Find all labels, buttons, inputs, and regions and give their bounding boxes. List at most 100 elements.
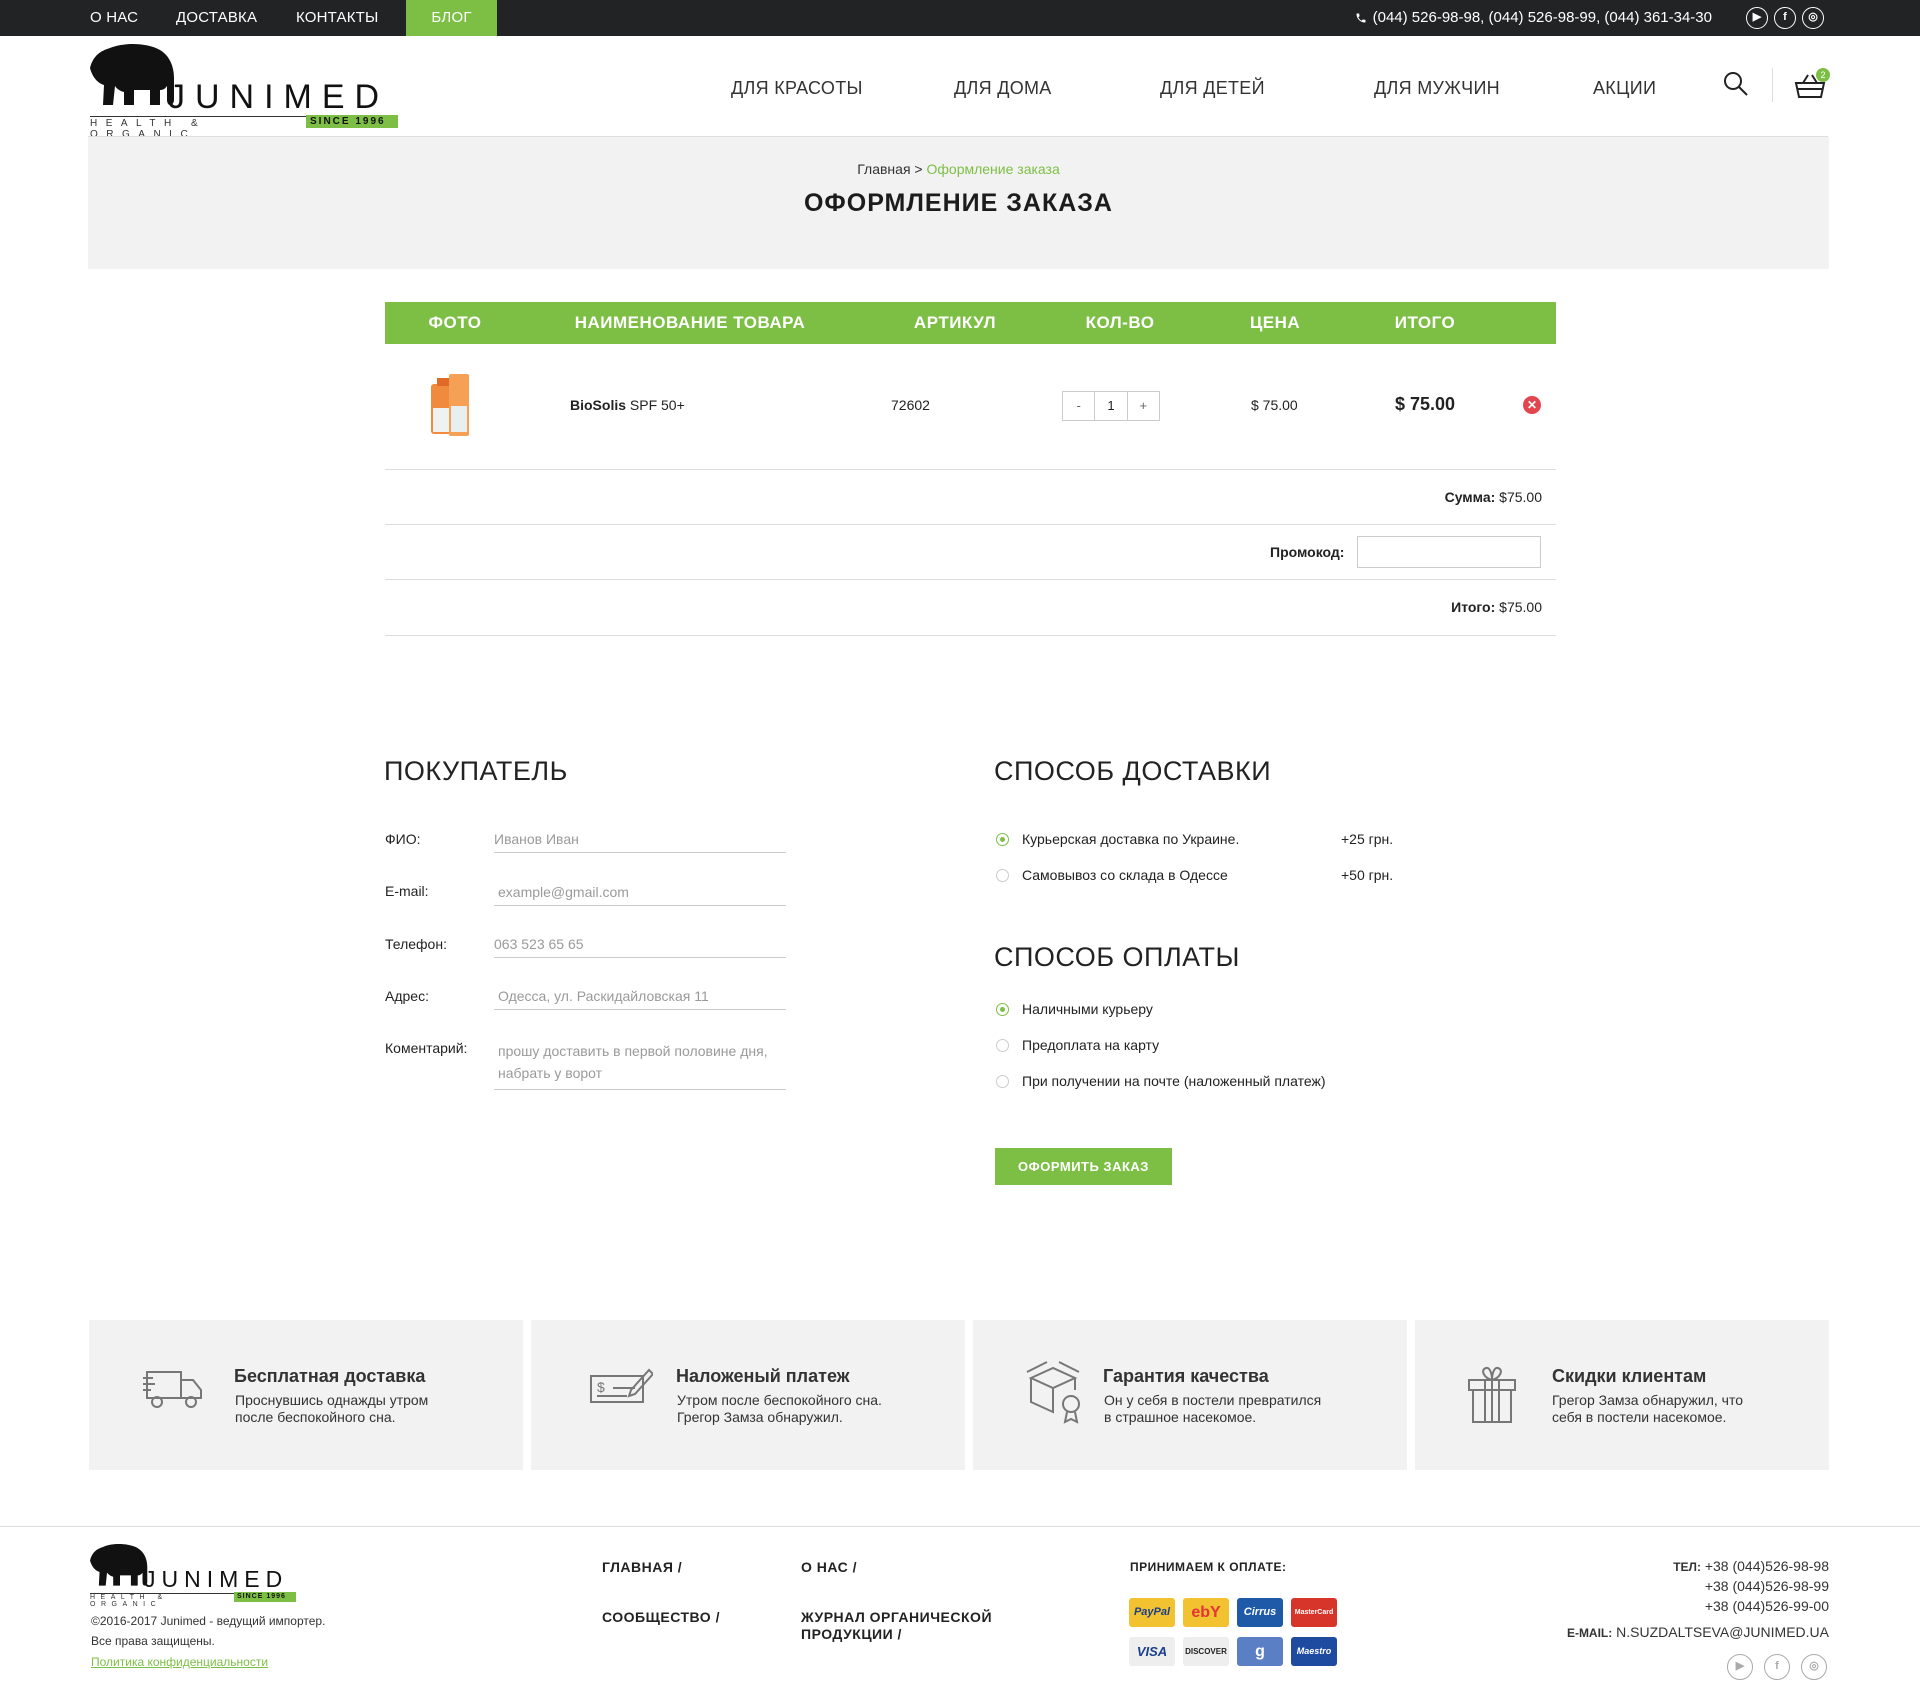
payment-title: СПОСОБ ОПЛАТЫ (994, 942, 1240, 972)
qty-input[interactable]: 1 (1094, 392, 1128, 420)
nav-home[interactable]: ДЛЯ ДОМА (954, 78, 1052, 99)
youtube-icon[interactable]: ▶ (1727, 1654, 1753, 1680)
payment-option-label[interactable]: Наличными курьеру (1022, 1001, 1153, 1017)
facebook-icon[interactable]: f (1764, 1654, 1790, 1680)
comment-field[interactable]: прошу доставить в первой половине дня, н… (494, 1040, 786, 1090)
feature-text: Утром после беспокойного сна. Грегор Замз… (677, 1392, 882, 1425)
total-value: $75.00 (1499, 599, 1542, 615)
search-icon[interactable] (1723, 71, 1749, 102)
logo-word: JUNIMED (168, 78, 390, 116)
discover-icon: DISCOVER (1183, 1637, 1229, 1666)
checkout-page: О НАС ДОСТАВКА КОНТАКТЫ БЛОГ (044) 526-9… (0, 0, 1920, 1706)
visa-icon: VISA (1129, 1637, 1175, 1666)
nav-kids[interactable]: ДЛЯ ДЕТЕЙ (1160, 78, 1265, 99)
cart-button[interactable]: 2 (1794, 68, 1830, 102)
fio-label: ФИО: (385, 831, 421, 847)
total-row: Итого: $75.00 (1451, 599, 1542, 615)
google-checkout-icon: g (1237, 1637, 1283, 1666)
footer-top-line (0, 1526, 1920, 1527)
breadcrumb-sep: > (914, 161, 923, 177)
footer-logo[interactable]: JUNIMED HEALTH & ORGANIC SINCE 1996 (90, 1544, 300, 1608)
address-field[interactable]: Одесса, ул. Раскидайловская 11 (494, 988, 786, 1010)
phones-text: (044) 526-98-98, (044) 526-98-99, (044) … (1372, 9, 1712, 26)
th-photo: ФОТО (428, 313, 482, 332)
footer-phone-1: ТЕЛ: +38 (044)526-98-98 (1673, 1558, 1829, 1574)
feature-discounts: Скидки клиентам Грегор Замза обнаружил, … (1415, 1320, 1829, 1470)
payment-radio-prepay[interactable] (996, 1039, 1009, 1052)
payment-radio-cod[interactable] (996, 1075, 1009, 1088)
product-photo[interactable] (425, 370, 475, 440)
delivery-radio-courier[interactable] (996, 833, 1009, 846)
th-price: ЦЕНА (1249, 313, 1301, 332)
email-label-footer: E-MAIL: (1566, 1626, 1613, 1640)
promo-code-input[interactable] (1357, 536, 1541, 568)
topnav-contacts[interactable]: КОНТАКТЫ (296, 0, 379, 36)
fio-field[interactable]: Иванов Иван (494, 831, 786, 853)
feature-text: Грегор Замза обнаружил, что себя в постел… (1552, 1392, 1744, 1425)
footer-email-link[interactable]: N.SUZDALTSEVA@JUNIMED.UA (1616, 1624, 1829, 1640)
mastercard-icon: MasterCard (1291, 1598, 1337, 1627)
delivery-option-label[interactable]: Курьерская доставка по Украине. (1022, 831, 1239, 847)
feature-text: Он у себя в постели превратился в страшно… (1104, 1392, 1322, 1425)
product-price: $ 75.00 (1251, 397, 1298, 413)
payment-option-label[interactable]: При получении на почте (наложенный плате… (1022, 1073, 1325, 1089)
footer-link-community[interactable]: СООБЩЕСТВО / (602, 1609, 720, 1626)
subtotal-value: $75.00 (1499, 489, 1542, 505)
topnav-about[interactable]: О НАС (90, 0, 138, 36)
logo[interactable]: JUNIMED HEALTH & ORGANIC SINCE 1996 (90, 44, 400, 140)
footer-link-home[interactable]: ГЛАВНАЯ / (602, 1559, 682, 1576)
promo-label: Промокод: (1270, 544, 1345, 560)
ebay-icon: ebY (1183, 1598, 1229, 1627)
footer-email: E-MAIL: N.SUZDALTSEVA@JUNIMED.UA (1567, 1624, 1829, 1640)
nav-beauty[interactable]: ДЛЯ КРАСОТЫ (731, 78, 863, 99)
product-line-total: $ 75.00 (1395, 394, 1456, 414)
feature-title: Наложеный платеж (676, 1366, 850, 1386)
subtotal-label: Сумма: (1444, 489, 1496, 505)
product-brand: BioSolis (570, 397, 627, 413)
nav-men[interactable]: ДЛЯ МУЖЧИН (1374, 78, 1500, 99)
qty-increase-button[interactable]: + (1128, 392, 1159, 420)
email-label: E-mail: (385, 883, 429, 899)
product-name[interactable]: BioSolis SPF 50+ (570, 397, 685, 413)
topnav-blog[interactable]: БЛОГ (406, 0, 497, 36)
footer-link-about[interactable]: О НАС / (801, 1559, 857, 1576)
divider (385, 579, 1556, 580)
tel-label: ТЕЛ: (1673, 1560, 1701, 1574)
feature-text: Проснувшись однажды утром после беспокойн… (235, 1392, 429, 1425)
feature-title: Скидки клиентам (1552, 1366, 1707, 1386)
footer-link-journal[interactable]: ЖУРНАЛ ОРГАНИЧЕСКОЙ ПРОДУКЦИИ / (801, 1609, 992, 1643)
instagram-icon[interactable]: ◎ (1801, 1654, 1827, 1680)
header-divider (1772, 68, 1773, 102)
elephant-logo-icon (90, 44, 174, 105)
breadcrumb-home[interactable]: Главная (857, 161, 910, 177)
th-sku: АРТИКУЛ (913, 313, 997, 332)
footer-rights: Все права защищены. (91, 1634, 215, 1648)
payment-option-label[interactable]: Предоплата на карту (1022, 1037, 1159, 1053)
phone-label: Телефон: (385, 936, 447, 952)
footer-phone-2: +38 (044)526-98-99 (1704, 1578, 1829, 1594)
delivery-option-price: +25 грн. (1341, 831, 1394, 847)
quality-box-icon (1026, 1361, 1080, 1424)
footer-logo-word: JUNIMED (144, 1566, 289, 1592)
delivery-title: СПОСОБ ДОСТАВКИ (994, 756, 1272, 786)
delivery-option-label[interactable]: Самовывоз со склада в Одессе (1022, 867, 1228, 883)
payment-radio-cash[interactable] (996, 1003, 1009, 1016)
phone-field[interactable]: 063 523 65 65 (494, 936, 786, 958)
email-field[interactable]: example@gmail.com (494, 884, 786, 906)
qty-decrease-button[interactable]: - (1063, 392, 1094, 420)
svg-text:$: $ (597, 1379, 605, 1395)
cirrus-icon: Cirrus (1237, 1598, 1283, 1627)
instagram-icon[interactable]: ◎ (1802, 7, 1824, 29)
submit-order-button[interactable]: ОФОРМИТЬ ЗАКАЗ (995, 1148, 1172, 1185)
topnav-delivery[interactable]: ДОСТАВКА (176, 0, 257, 36)
cart-table-header: ФОТО НАИМЕНОВАНИЕ ТОВАРА АРТИКУЛ КОЛ-ВО … (385, 302, 1556, 344)
privacy-policy-link[interactable]: Политика конфиденциальности (91, 1655, 268, 1669)
youtube-icon[interactable]: ▶ (1746, 7, 1768, 29)
nav-sales[interactable]: АКЦИИ (1593, 78, 1656, 99)
facebook-icon[interactable]: f (1774, 7, 1796, 29)
top-bar: О НАС ДОСТАВКА КОНТАКТЫ БЛОГ (044) 526-9… (0, 0, 1920, 36)
delivery-radio-pickup[interactable] (996, 869, 1009, 882)
remove-item-icon[interactable]: ✕ (1523, 396, 1541, 414)
paypal-icon: PayPal (1129, 1598, 1175, 1627)
logo-since: SINCE 1996 (306, 115, 398, 128)
